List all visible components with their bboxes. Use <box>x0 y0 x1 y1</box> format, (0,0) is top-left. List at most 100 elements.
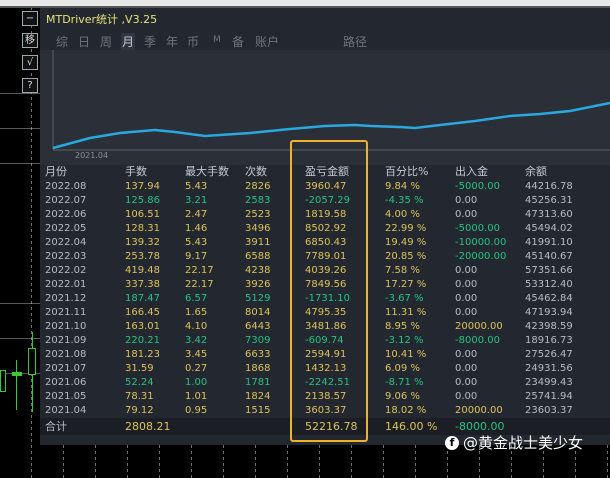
cell-trades: 2523 <box>245 209 271 220</box>
header-lots: 手数 <box>125 165 147 178</box>
tab-notes[interactable]: 备 <box>232 33 244 50</box>
cell-deposit: -10000.00 <box>455 237 507 248</box>
cell-lots: 220.21 <box>125 335 160 346</box>
minimize-button[interactable]: − <box>22 11 38 26</box>
cell-max-lots: 1.46 <box>185 223 208 234</box>
cell-lots: 125.86 <box>125 195 160 206</box>
cell-deposit: -8000.00 <box>455 335 500 346</box>
watermark: f @黄金战士美少女 <box>445 432 583 453</box>
cell-deposit: 0.00 <box>455 363 478 374</box>
cell-deposit: 0.00 <box>455 265 478 276</box>
cell-balance: 23603.37 <box>525 405 573 416</box>
cell-percent: 8.95 % <box>385 321 420 332</box>
cell-lots: 181.23 <box>125 349 160 360</box>
tab-m[interactable]: M <box>213 35 221 45</box>
cell-trades: 5129 <box>245 293 271 304</box>
cell-max-lots: 1.65 <box>185 307 208 318</box>
cell-percent: 9.84 % <box>385 181 420 192</box>
tab-currency[interactable]: 币 <box>187 33 199 50</box>
cell-lots: 139.32 <box>125 237 160 248</box>
cell-max-lots: 2.47 <box>185 209 208 220</box>
cell-month: 2021.12 <box>45 293 87 304</box>
cell-month: 2021.08 <box>45 349 87 360</box>
cell-balance: 45256.31 <box>525 195 573 206</box>
cell-percent: 4.00 % <box>385 209 420 220</box>
cell-balance: 45462.84 <box>525 293 573 304</box>
cell-deposit: 0.00 <box>455 377 478 388</box>
cell-trades: 1824 <box>245 391 271 402</box>
candlestick <box>0 370 6 392</box>
help-button[interactable]: ? <box>22 78 38 93</box>
cell-lots: 137.94 <box>125 181 160 192</box>
tab-summary[interactable]: 综 <box>56 33 68 50</box>
cell-trades: 4238 <box>245 265 271 276</box>
cell-trades: 2826 <box>245 181 271 192</box>
cell-percent: -3.12 % <box>385 335 424 346</box>
cell-percent: -4.35 % <box>385 195 424 206</box>
cell-deposit: -20000.00 <box>455 251 507 262</box>
cell-lots: 79.12 <box>125 405 154 416</box>
cell-percent: 10.41 % <box>385 349 427 360</box>
cell-percent: 7.58 % <box>385 265 420 276</box>
header-percent: 百分比% <box>385 165 429 178</box>
window-title: MTDriver统计 ,V3.25 <box>46 13 158 26</box>
cell-trades: 1515 <box>245 405 271 416</box>
cell-balance: 45140.67 <box>525 251 573 262</box>
cell-balance: 42398.59 <box>525 321 573 332</box>
cell-percent: 6.09 % <box>385 363 420 374</box>
cell-percent: 9.06 % <box>385 391 420 402</box>
candle-wick <box>16 360 17 410</box>
cell-month: 2021.05 <box>45 391 87 402</box>
cell-max-lots: 3.21 <box>185 195 208 206</box>
cell-deposit: 20000.00 <box>455 321 503 332</box>
cell-month: 2022.07 <box>45 195 87 206</box>
cell-percent: 17.27 % <box>385 279 427 290</box>
cell-deposit: 0.00 <box>455 195 478 206</box>
header-balance: 余额 <box>525 165 547 178</box>
cell-month: 2022.05 <box>45 223 87 234</box>
chart-start-date: 2021.04 <box>75 151 109 160</box>
cell-balance: 41991.10 <box>525 237 573 248</box>
cell-month: 2021.10 <box>45 321 87 332</box>
cell-deposit: 0.00 <box>455 391 478 402</box>
cell-lots: 78.31 <box>125 391 154 402</box>
check-button[interactable]: √ <box>22 55 38 70</box>
cell-percent: 22.99 % <box>385 223 427 234</box>
tab-month[interactable]: 月 <box>121 33 136 50</box>
cell-month: 2022.04 <box>45 237 87 248</box>
cell-percent: -8.71 % <box>385 377 424 388</box>
cell-trades: 3496 <box>245 223 271 234</box>
tab-account[interactable]: 账户 <box>255 33 279 50</box>
tab-quarter[interactable]: 季 <box>144 33 156 50</box>
cell-month: 2022.03 <box>45 251 87 262</box>
tab-year[interactable]: 年 <box>166 33 178 50</box>
cell-trades: 6633 <box>245 349 271 360</box>
cell-max-lots: 9.17 <box>185 251 208 262</box>
cell-max-lots: 0.27 <box>185 363 208 374</box>
cell-max-lots: 1.00 <box>185 377 208 388</box>
cell-max-lots: 5.43 <box>185 237 208 248</box>
tab-week[interactable]: 周 <box>100 33 112 50</box>
cell-lots: 163.01 <box>125 321 160 332</box>
cell-max-lots: 6.57 <box>185 293 208 304</box>
cell-deposit: 20000.00 <box>455 405 503 416</box>
cell-trades: 1868 <box>245 363 271 374</box>
cell-lots: 187.47 <box>125 293 160 304</box>
cell-balance: 23499.43 <box>525 377 573 388</box>
cell-balance: 53312.40 <box>525 279 573 290</box>
cell-lots: 419.48 <box>125 265 160 276</box>
total-label: 合计 <box>45 420 67 433</box>
cell-deposit: 0.00 <box>455 307 478 318</box>
cell-percent: 19.49 % <box>385 237 427 248</box>
cell-deposit: -5000.00 <box>455 223 500 234</box>
total-lots: 2808.21 <box>125 420 171 433</box>
cell-trades: 1781 <box>245 377 271 388</box>
tab-day[interactable]: 日 <box>78 33 90 50</box>
cell-balance: 57351.66 <box>525 265 573 276</box>
tab-path[interactable]: 路径 <box>343 33 367 50</box>
cell-trades: 3911 <box>245 237 271 248</box>
cell-trades: 8014 <box>245 307 271 318</box>
move-button[interactable]: 移 <box>22 33 38 48</box>
cell-trades: 6588 <box>245 251 271 262</box>
header-deposit: 出入金 <box>455 165 488 178</box>
